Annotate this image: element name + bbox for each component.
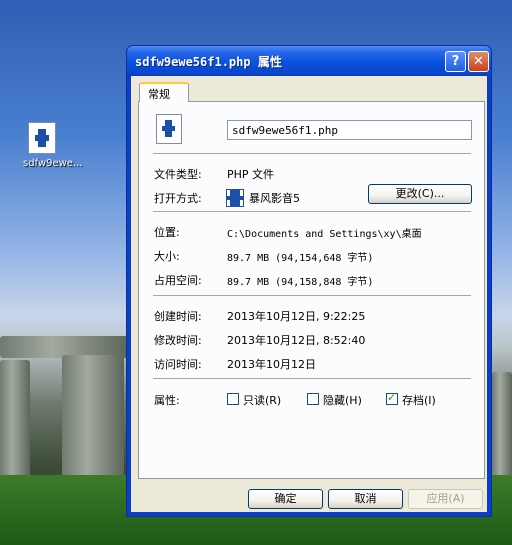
separator <box>153 153 471 154</box>
size-label: 大小: <box>154 250 180 263</box>
archive-checkbox[interactable] <box>386 391 398 405</box>
readonly-label[interactable]: 只读(R) <box>243 392 281 408</box>
apply-button[interactable]: 应用(A) <box>408 489 483 509</box>
stone-pillar <box>0 360 30 490</box>
cancel-button[interactable]: 取消 <box>328 489 403 509</box>
created-label: 创建时间: <box>154 310 202 323</box>
attributes-label: 属性: <box>154 394 180 407</box>
separator <box>153 378 471 379</box>
separator <box>153 295 471 296</box>
created-value: 2013年10月12日, 9:22:25 <box>227 310 366 323</box>
size-on-disk-value: 89.7 MB (94,158,848 字节) <box>227 277 374 288</box>
tab-general[interactable]: 常规 <box>139 82 189 102</box>
modified-value: 2013年10月12日, 8:52:40 <box>227 334 366 347</box>
desktop-icon-label: sdfw9ewe... <box>23 158 83 169</box>
hidden-checkbox[interactable] <box>307 393 319 405</box>
accessed-value: 2013年10月12日 <box>227 358 316 371</box>
modified-label: 修改时间: <box>154 334 202 347</box>
dialog-client: 常规 文件类型: PHP 文件 打开方式: 暴风影音5 更改(C)... 位置:… <box>131 76 487 512</box>
ok-button[interactable]: 确定 <box>248 489 323 509</box>
help-icon: ? <box>451 54 460 69</box>
hidden-label[interactable]: 隐藏(H) <box>323 392 362 408</box>
open-with-label: 打开方式: <box>154 192 202 205</box>
close-icon: ✕ <box>473 54 484 69</box>
desktop-file-icon[interactable]: sdfw9ewe... <box>8 122 82 169</box>
filename-field[interactable] <box>227 120 472 140</box>
media-player-icon <box>226 189 244 207</box>
location-value: C:\Documents and Settings\xy\桌面 <box>227 229 422 240</box>
video-file-icon <box>156 114 182 144</box>
size-value: 89.7 MB (94,154,648 字节) <box>227 253 374 264</box>
close-button[interactable]: ✕ <box>468 51 489 72</box>
general-panel: 文件类型: PHP 文件 打开方式: 暴风影音5 更改(C)... 位置: C:… <box>138 101 485 479</box>
separator <box>153 211 471 212</box>
size-on-disk-label: 占用空间: <box>154 274 202 287</box>
stone-pillar <box>492 372 512 492</box>
properties-dialog: sdfw9ewe56f1.php 属性 ? ✕ 常规 文件类型: PHP 文件 … <box>126 45 492 517</box>
help-button[interactable]: ? <box>445 51 466 72</box>
stone-pillar <box>62 355 124 490</box>
open-with-value: 暴风影音5 <box>249 192 300 205</box>
archive-label[interactable]: 存档(I) <box>402 392 436 408</box>
readonly-checkbox[interactable] <box>227 393 239 405</box>
change-button[interactable]: 更改(C)... <box>368 184 472 204</box>
accessed-label: 访问时间: <box>154 358 202 371</box>
location-label: 位置: <box>154 226 180 239</box>
video-file-icon <box>28 122 56 154</box>
file-type-value: PHP 文件 <box>227 168 275 181</box>
title-bar[interactable]: sdfw9ewe56f1.php 属性 ? ✕ <box>127 46 491 76</box>
file-type-label: 文件类型: <box>154 168 202 181</box>
window-title: sdfw9ewe56f1.php 属性 <box>135 55 282 69</box>
